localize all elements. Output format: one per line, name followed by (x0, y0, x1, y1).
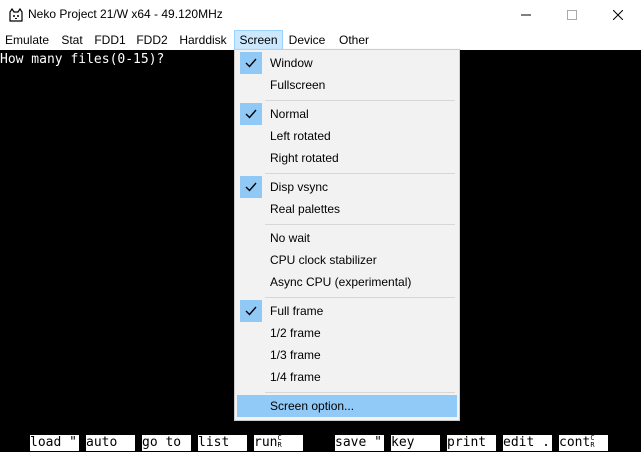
menu-item-third-frame[interactable]: 1/3 frame (237, 344, 457, 366)
menu-item-full-frame[interactable]: Full frame (237, 300, 457, 322)
menu-separator (265, 173, 455, 174)
menu-separator (265, 297, 455, 298)
menu-item-real-palettes[interactable]: Real palettes (237, 198, 457, 220)
menu-item-fullscreen[interactable]: Fullscreen (237, 74, 457, 96)
menu-device[interactable]: Device (285, 30, 329, 50)
window-title: Neko Project 21/W x64 - 49.120MHz (28, 7, 223, 21)
menu-item-no-wait[interactable]: No wait (237, 227, 457, 249)
menu-item-async-cpu[interactable]: Async CPU (experimental) (237, 271, 457, 293)
fkey-goto: go to (142, 435, 191, 451)
close-icon (613, 10, 623, 20)
minimize-icon (521, 14, 531, 16)
fkey-save: save " (335, 435, 384, 451)
fkey-run-label: run (254, 435, 278, 450)
fkey-auto: auto (86, 435, 135, 451)
menu-item-left-rotated[interactable]: Left rotated (237, 125, 457, 147)
menu-other[interactable]: Other (333, 30, 375, 50)
menu-emulate[interactable]: Emulate (2, 30, 52, 50)
fkey-run-sub: R (277, 441, 282, 449)
menu-item-normal[interactable]: Normal (237, 103, 457, 125)
menu-item-quarter-frame[interactable]: 1/4 frame (237, 366, 457, 388)
checkmark-icon (240, 300, 262, 322)
menu-item-screen-option[interactable]: Screen option... (237, 395, 457, 417)
fkey-run: run C R (254, 435, 303, 451)
menu-fdd2[interactable]: FDD2 (132, 30, 172, 50)
menu-item-disp-vsync[interactable]: Disp vsync (237, 176, 457, 198)
fkey-cont-sub: R (590, 441, 595, 449)
menu-separator (265, 100, 455, 101)
menu-separator (265, 392, 455, 393)
fkey-load: load " (30, 435, 79, 451)
menu-item-half-frame[interactable]: 1/2 frame (237, 322, 457, 344)
menu-harddisk[interactable]: Harddisk (175, 30, 231, 50)
maximize-button[interactable] (549, 0, 595, 30)
fkey-key: key (391, 435, 440, 451)
menu-item-cpu-clock-stabilizer[interactable]: CPU clock stabilizer (237, 249, 457, 271)
menu-separator (265, 224, 455, 225)
title-bar: Neko Project 21/W x64 - 49.120MHz (0, 0, 641, 30)
maximize-icon (567, 10, 577, 20)
screen-menu-dropdown: Window Fullscreen Normal Left rotated Ri… (234, 49, 460, 421)
screen-prompt: How many files(0-15)? (0, 52, 165, 67)
checkmark-icon (240, 103, 262, 125)
fkey-print: print (447, 435, 496, 451)
menu-stat[interactable]: Stat (55, 30, 89, 50)
minimize-button[interactable] (503, 0, 549, 30)
fkey-cont: cont C R (559, 435, 608, 451)
fkey-cont-label: cont (559, 435, 591, 450)
cat-icon (9, 7, 23, 22)
fkey-edit: edit . (503, 435, 552, 451)
menu-item-right-rotated[interactable]: Right rotated (237, 147, 457, 169)
fkey-list: list (198, 435, 247, 451)
checkmark-icon (240, 176, 262, 198)
checkmark-icon (240, 52, 262, 74)
menu-bar: Emulate Stat FDD1 FDD2 Harddisk Screen D… (0, 30, 641, 51)
close-button[interactable] (595, 0, 641, 30)
menu-screen[interactable]: Screen (234, 30, 283, 50)
menu-fdd1[interactable]: FDD1 (91, 30, 129, 50)
menu-item-window[interactable]: Window (237, 52, 457, 74)
